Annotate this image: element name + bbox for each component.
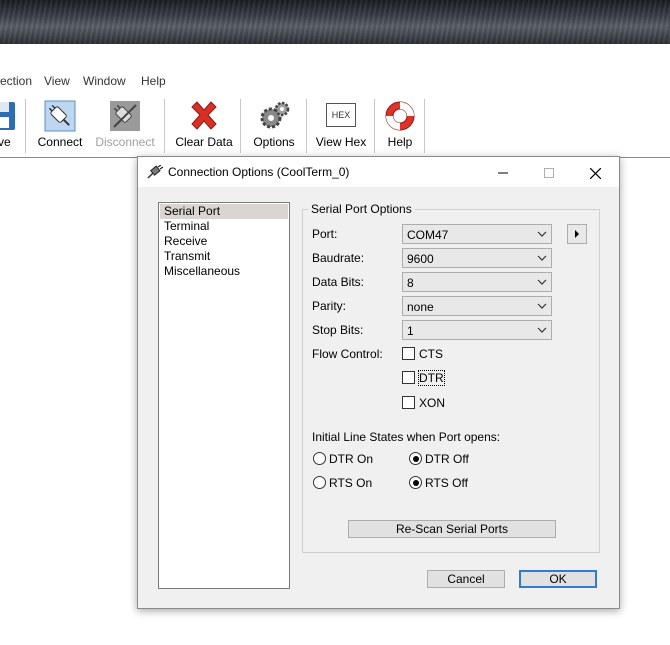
baudrate-label: Baudrate:: [312, 251, 365, 265]
parity-select[interactable]: none: [402, 296, 552, 316]
view-hex-button[interactable]: HEX View Hex: [313, 95, 369, 155]
chevron-down-icon: [537, 327, 547, 333]
dialog-titlebar[interactable]: Connection Options (CoolTerm_0): [138, 157, 619, 187]
rts-on-radio[interactable]: [313, 476, 326, 489]
disconnect-button[interactable]: Disconnect: [92, 95, 158, 155]
baudrate-select[interactable]: 9600: [402, 248, 552, 268]
port-label: Port:: [312, 227, 338, 241]
data-bits-select[interactable]: 8: [402, 272, 552, 292]
rts-off-radio[interactable]: [409, 476, 422, 489]
gears-icon: [260, 101, 290, 129]
coolterm-plug-icon: [147, 165, 163, 179]
stop-bits-label: Stop Bits:: [312, 323, 364, 337]
dtr-off-radio[interactable]: [409, 452, 422, 465]
menu-window[interactable]: Window: [83, 74, 126, 88]
chevron-down-icon: [537, 231, 547, 237]
category-miscellaneous[interactable]: Miscellaneous: [160, 264, 288, 279]
chevron-down-icon: [537, 279, 547, 285]
category-transmit[interactable]: Transmit: [160, 249, 288, 264]
xon-label[interactable]: XON: [419, 396, 445, 410]
close-button[interactable]: [572, 157, 618, 187]
maximize-icon: [544, 168, 554, 179]
maximize-button[interactable]: [526, 157, 572, 187]
group-title: Serial Port Options: [308, 202, 415, 216]
dtr-off-label[interactable]: DTR Off: [425, 452, 469, 466]
dtr-on-label[interactable]: DTR On: [329, 452, 373, 466]
category-receive[interactable]: Receive: [160, 234, 288, 249]
help-button[interactable]: Help: [380, 95, 420, 155]
chevron-down-icon: [537, 255, 547, 261]
line-states-title: Initial Line States when Port opens:: [312, 430, 501, 444]
ok-button[interactable]: OK: [519, 570, 597, 588]
dialog-title: Connection Options (CoolTerm_0): [168, 165, 350, 179]
port-info-button[interactable]: [567, 224, 587, 244]
dtr-label[interactable]: DTR: [418, 370, 445, 386]
flow-control-label: Flow Control:: [312, 347, 383, 361]
menu-view[interactable]: View: [44, 74, 70, 88]
cancel-button[interactable]: Cancel: [427, 570, 505, 588]
red-x-icon: [191, 101, 217, 130]
xon-checkbox[interactable]: [402, 396, 415, 409]
toolbar-separator: [164, 99, 165, 153]
triangle-right-icon: [575, 230, 579, 238]
parity-label: Parity:: [312, 299, 347, 313]
dtr-checkbox[interactable]: [402, 371, 415, 384]
data-bits-label: Data Bits:: [312, 275, 365, 289]
connect-plug-icon: [44, 100, 76, 132]
save-button[interactable]: ve: [0, 95, 20, 155]
toolbar-separator: [240, 99, 241, 153]
close-icon: [589, 167, 601, 180]
category-serial-port[interactable]: Serial Port: [160, 204, 288, 219]
cts-checkbox[interactable]: [402, 347, 415, 360]
minimize-icon: [498, 172, 508, 174]
toolbar-separator: [306, 99, 307, 153]
chevron-down-icon: [537, 303, 547, 309]
dtr-on-radio[interactable]: [313, 452, 326, 465]
lifebuoy-icon: [385, 101, 415, 131]
options-button[interactable]: Options: [248, 95, 300, 155]
connection-options-dialog: Connection Options (CoolTerm_0) Serial P…: [137, 156, 620, 609]
port-select[interactable]: COM47: [402, 224, 552, 244]
disconnect-plug-icon: [110, 101, 140, 131]
floppy-disk-icon: [0, 102, 15, 130]
rts-off-label[interactable]: RTS Off: [425, 476, 468, 490]
category-terminal[interactable]: Terminal: [160, 219, 288, 234]
toolbar-separator: [424, 99, 425, 153]
menu-help[interactable]: Help: [141, 74, 166, 88]
clear-data-button[interactable]: Clear Data: [172, 95, 236, 155]
toolbar-separator: [374, 99, 375, 153]
toolbar-separator: [25, 99, 26, 153]
stop-bits-select[interactable]: 1: [402, 320, 552, 340]
rescan-serial-ports-button[interactable]: Re-Scan Serial Ports: [348, 520, 556, 538]
desktop-background: [0, 0, 670, 44]
minimize-button[interactable]: [480, 157, 526, 187]
options-category-list[interactable]: Serial Port Terminal Receive Transmit Mi…: [158, 202, 290, 589]
hex-icon: HEX: [326, 103, 356, 127]
cts-label[interactable]: CTS: [419, 347, 443, 361]
rts-on-label[interactable]: RTS On: [329, 476, 372, 490]
toolbar: ve Connect Disconnect Clear Data Options…: [0, 95, 670, 158]
connect-button[interactable]: Connect: [32, 95, 88, 155]
menu-connection[interactable]: ection: [0, 74, 32, 88]
